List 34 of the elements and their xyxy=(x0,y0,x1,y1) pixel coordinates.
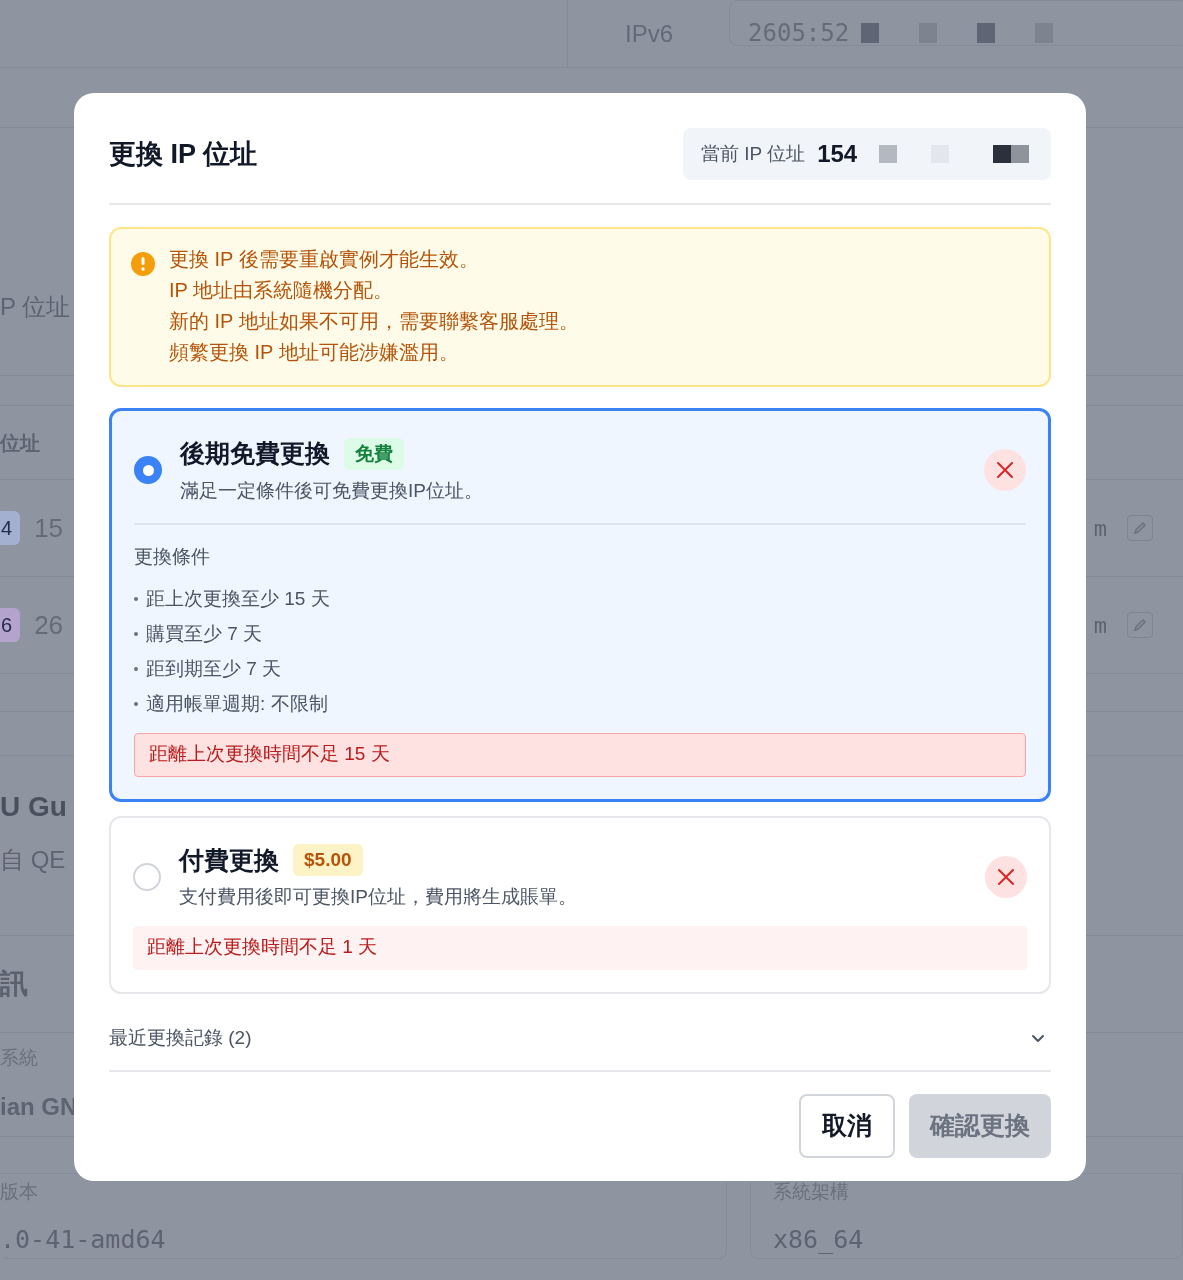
price-badge: 免費 xyxy=(344,437,404,470)
notice-text: 新的 IP 地址如果不可用，需要聯繫客服處理。 xyxy=(169,309,579,333)
cancel-button[interactable]: 取消 xyxy=(799,1093,895,1158)
condition-text: 適用帳單週期: 不限制 xyxy=(146,691,328,716)
card-title: U Gu xyxy=(0,790,67,824)
history-toggle[interactable]: 最近更換記錄 (2) xyxy=(109,1007,1051,1072)
option-title: 後期免費更換 xyxy=(180,438,330,469)
version-badge: 6 xyxy=(0,608,21,642)
option-title: 付費更換 xyxy=(179,844,279,876)
radio-button[interactable] xyxy=(134,456,162,484)
current-ip-value: 154 xyxy=(817,139,858,169)
notice-text: IP 地址由系統隨機分配。 xyxy=(169,278,395,302)
error-message: 距離上次更換時間不足 1 天 xyxy=(133,925,1027,970)
edit-icon[interactable] xyxy=(1127,612,1153,638)
option-description: 滿足一定條件後可免費更換IP位址。 xyxy=(180,478,484,503)
close-icon xyxy=(985,855,1027,898)
edit-icon[interactable] xyxy=(1127,515,1153,541)
warning-icon xyxy=(131,252,155,276)
version-badge: 4 xyxy=(0,511,21,545)
conditions-heading: 更換條件 xyxy=(134,545,211,569)
close-icon xyxy=(984,449,1026,491)
condition-text: 距到期至少 7 天 xyxy=(146,656,282,681)
condition-text: 距上次更換至少 15 天 xyxy=(146,586,330,611)
radio-button[interactable] xyxy=(133,862,161,891)
condition-text: 購買至少 7 天 xyxy=(146,621,263,646)
option-card[interactable]: 付費更換 $5.00 支付費用後即可更換IP位址，費用將生成賬單。 距離上次更換時間不足 1 天 xyxy=(109,815,1051,994)
option-description: 支付費用後即可更換IP位址，費用將生成賬單。 xyxy=(179,885,578,909)
current-ip-label: 當前 IP 位址 xyxy=(701,141,806,166)
error-message: 距離上次更換時間不足 15 天 xyxy=(134,732,1026,777)
notice-text: 頻繁更換 IP 地址可能涉嫌濫用。 xyxy=(169,340,460,364)
notice-text: 更換 IP 後需要重啟實例才能生效。 xyxy=(169,247,480,271)
price-badge: $5.00 xyxy=(293,844,363,877)
option-card[interactable]: 後期免費更換 免費 滿足一定條件後可免費更換IP位址。 更換條件 距上次更換至少 15 天 購買至少 7 天 距到期至少 7 天 適用帳單週期: 不限制 距離上次更換時間不足 15 天 xyxy=(109,408,1051,802)
dialog-title: 更換 IP 位址 xyxy=(109,137,258,171)
